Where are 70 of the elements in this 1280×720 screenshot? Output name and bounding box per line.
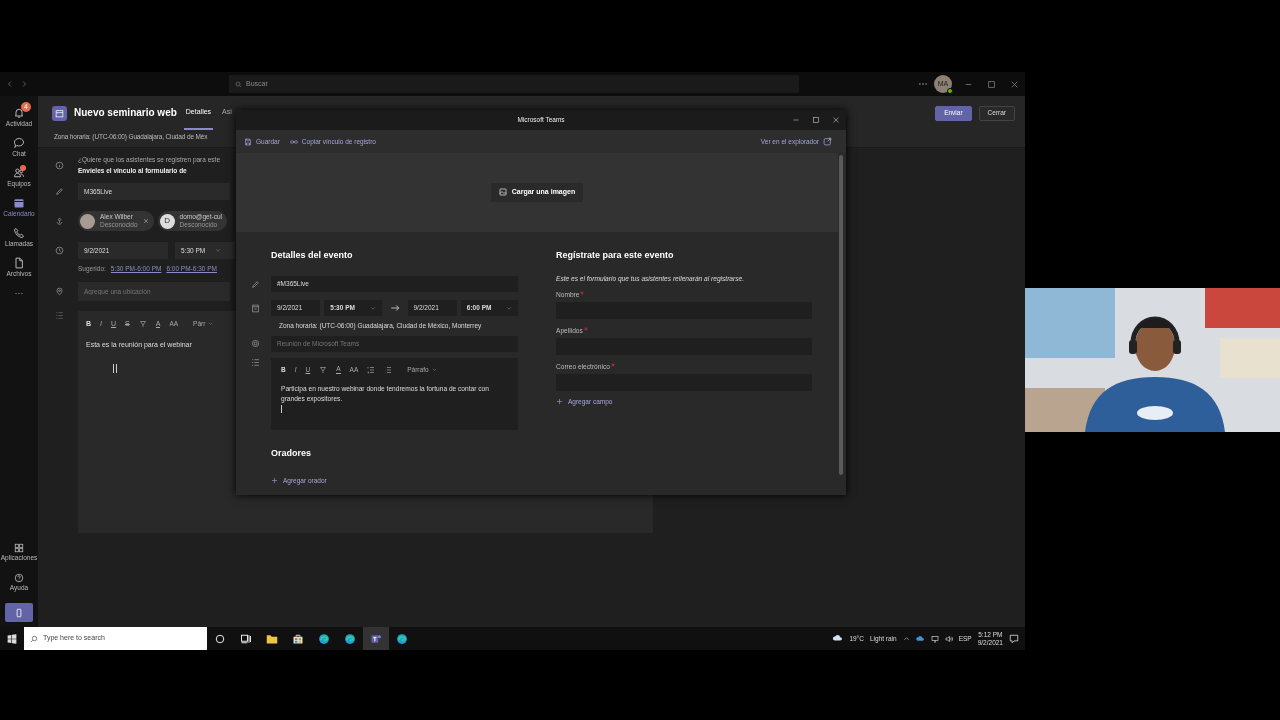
external-window-icon [823,137,832,146]
volume-icon[interactable] [944,634,953,643]
document-icon [13,256,25,269]
help-icon [14,572,24,583]
shopping-bag-icon [292,632,304,645]
chat-icon [13,136,25,149]
description-icon [250,357,260,367]
search-icon [30,634,38,643]
edge-browser-icon [318,632,330,645]
plus-icon [271,477,278,485]
chevron-icon [431,367,437,373]
description-icon [54,310,64,320]
close-icon[interactable] [1010,79,1019,89]
chevron-icon [215,247,222,254]
folder-icon [266,632,278,645]
more-apps-icon[interactable]: ··· [14,288,24,299]
calendar-app-icon [52,105,67,121]
cloud-rain-icon [832,633,844,644]
arrow-right-icon [389,303,400,313]
link-icon [289,137,298,146]
network-icon[interactable] [930,634,939,643]
search-icon [235,80,242,88]
phone-device-icon [14,607,24,618]
location-icon [54,286,64,296]
highlighter-icon[interactable] [319,365,328,374]
info-icon [54,160,64,170]
plus-icon [556,398,563,405]
pencil-icon [250,279,260,289]
apps-icon [14,542,24,553]
image-icon [498,188,507,197]
remove-icon[interactable] [142,218,149,225]
device-button[interactable] [5,603,33,622]
calendar-icon [13,196,25,209]
bulleted-list-icon[interactable] [384,365,393,374]
numbered-list-icon[interactable] [367,365,376,374]
windows-start-icon[interactable] [7,633,17,644]
section-heading: Oradores [271,447,313,460]
phone-icon [13,226,25,239]
meeting-title: Nuevo seminario web [74,107,177,119]
edge-browser-icon [396,632,408,645]
clock-icon [54,246,64,255]
teams-meeting-icon [250,339,260,349]
section-heading: Detalles del evento [271,250,354,262]
chevron-icon [369,305,376,311]
onedrive-cloud-icon[interactable] [915,634,925,643]
edge-browser-icon [344,632,356,645]
teams-app-icon [370,632,382,645]
notification-icon[interactable] [1009,633,1019,644]
avatar-icon [80,213,95,229]
text-cursor-icon [113,364,117,374]
chevron-icon [208,321,214,327]
highlighter-icon[interactable] [138,319,147,328]
section-heading: Regístrate para este evento [556,250,675,262]
text-cursor-icon [281,404,282,413]
calendar-icon [250,303,260,313]
close-icon[interactable] [832,116,840,124]
maximize-icon[interactable] [812,116,820,124]
cortana-icon [214,632,226,645]
bell-icon [13,106,25,119]
minimize-icon[interactable] [792,116,800,124]
people-icon [13,166,25,179]
chevron-icon [506,305,512,311]
attendee-icon [54,216,64,226]
save-icon [244,137,252,146]
avatar-initial: D [159,213,175,229]
task-view-icon [240,632,252,645]
chevron-up-icon[interactable] [902,635,910,642]
pencil-icon [54,187,64,197]
maximize-icon[interactable] [987,79,996,89]
scrollbar[interactable] [839,155,843,475]
